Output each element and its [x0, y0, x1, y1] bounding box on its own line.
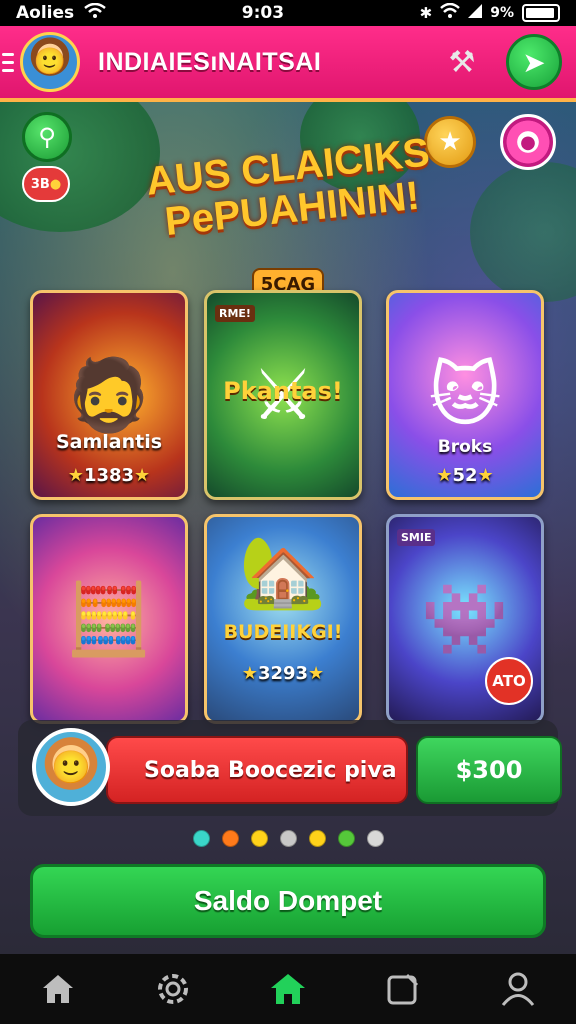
treehouse-icon: 🏡	[239, 531, 327, 613]
profile-avatar[interactable]: 🙂	[20, 32, 80, 92]
coin-icon: ●	[49, 176, 62, 192]
game-card[interactable]: 🧮	[30, 514, 188, 724]
carrier-label: Aolies	[16, 3, 75, 23]
carousel-dot[interactable]	[337, 830, 355, 847]
nav-notes[interactable]	[346, 954, 461, 1024]
home-icon	[42, 975, 73, 1003]
game-card[interactable]: RME! ⚔ Pkantas!	[204, 290, 362, 500]
pirate-chest-icon: 🧮	[65, 577, 153, 660]
nav-home[interactable]	[0, 954, 115, 1024]
note-icon	[387, 973, 419, 1005]
bonus-panel: 🙂 Soaba Boocezic piva $300	[18, 720, 562, 816]
game-lobby: ⚲ 3B ● ★ ● AUS CLAICIKS PePUAHININ! 5CAG …	[0, 102, 576, 954]
carousel-dot[interactable]	[366, 830, 384, 847]
gear-icon	[157, 974, 188, 1004]
battery-icon	[521, 4, 560, 22]
price-button[interactable]: $300	[416, 736, 562, 804]
carousel-dot[interactable]	[250, 830, 268, 847]
wifi-icon	[84, 2, 106, 24]
page-title: INDIAIESıNAITSAI	[98, 47, 322, 76]
carousel-dots	[0, 830, 576, 847]
clock: 9:03	[241, 3, 285, 23]
cell-signal-icon	[468, 3, 483, 23]
carousel-dot[interactable]	[308, 830, 326, 847]
game-rating: ★52★	[436, 465, 494, 486]
game-rating: ★1383★	[67, 465, 151, 486]
game-badge: ATO	[485, 657, 533, 705]
carousel-dot[interactable]	[192, 830, 210, 847]
game-card[interactable]: 🧔 Samlantis ★1383★	[30, 290, 188, 500]
star-icon: ★	[134, 465, 151, 486]
battery-percent: 9%	[490, 5, 514, 21]
star-icon: ★	[241, 663, 258, 684]
wifi-signal-icon	[440, 2, 461, 24]
game-rating: ★3293★	[241, 663, 325, 684]
game-card[interactable]: 🏡 BUDEIIKGI! ★3293★	[204, 514, 362, 724]
game-card[interactable]: 🐱 Broks ★52★	[386, 290, 544, 500]
status-bar: Aolies 9:03 ✱ 9%	[0, 0, 576, 26]
carousel-dot[interactable]	[279, 830, 297, 847]
promo-headline: AUS CLAICIKS PePUAHININ!	[144, 130, 432, 245]
price-label: $300	[455, 756, 523, 784]
hammer-icon[interactable]: ⚒	[438, 38, 486, 86]
target-button[interactable]: ●	[500, 114, 556, 170]
search-icon: ⚲	[38, 123, 56, 151]
menu-icon[interactable]	[2, 52, 14, 72]
bonus-banner[interactable]: Soaba Boocezic piva	[106, 736, 408, 804]
search-button[interactable]: ⚲	[22, 112, 72, 162]
bonus-avatar: 🙂	[32, 728, 110, 806]
game-title: Samlantis	[55, 431, 163, 453]
coin-badge: 3B ●	[22, 166, 70, 202]
background-foliage	[470, 162, 576, 302]
carousel-dot[interactable]	[221, 830, 239, 847]
star-icon: ★	[67, 465, 84, 486]
user-icon	[502, 972, 535, 1006]
star-icon: ★	[308, 663, 325, 684]
target-icon: ●	[520, 131, 536, 153]
go-button[interactable]: ➤	[506, 34, 562, 90]
nav-profile[interactable]	[461, 954, 576, 1024]
star-icon: ★	[438, 127, 462, 157]
bottom-nav	[0, 954, 576, 1024]
game-title: BUDEIIKGI!	[223, 621, 343, 643]
nav-home-active[interactable]	[230, 954, 345, 1024]
nav-settings[interactable]	[115, 954, 230, 1024]
star-icon: ★	[477, 465, 494, 486]
star-icon: ★	[436, 465, 453, 486]
home-active-icon	[271, 974, 305, 1004]
game-title: Broks	[437, 437, 493, 457]
game-card[interactable]: SMIE 👾 ATO	[386, 514, 544, 724]
app-header: 🙂 INDIAIESıNAITSAI ⚒ ➤	[0, 26, 576, 102]
wallet-balance-button[interactable]: Saldo Dompet	[30, 864, 546, 938]
bluetooth-icon: ✱	[419, 4, 433, 22]
game-title: Pkantas!	[223, 377, 343, 405]
